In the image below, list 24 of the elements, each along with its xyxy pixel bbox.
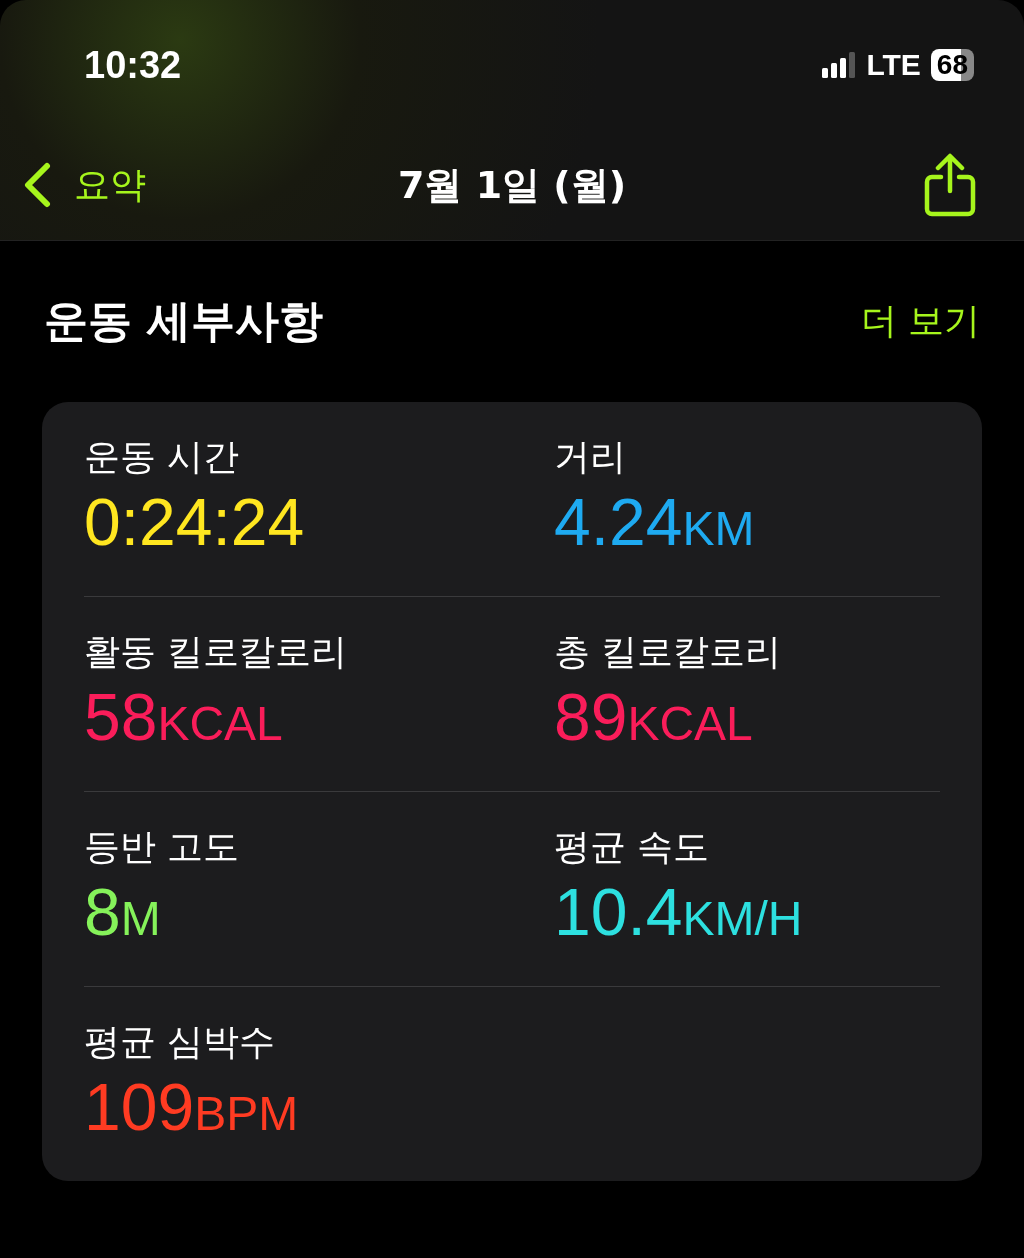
signal-icon: [822, 52, 857, 78]
metric-value: 8M: [84, 874, 161, 951]
metric-label: 등반 고도: [84, 825, 240, 869]
metric-value: 109BPM: [84, 1069, 299, 1146]
metric-value: 4.24KM: [554, 484, 755, 561]
metric-label: 평균 심박수: [84, 1020, 276, 1064]
metric-label: 운동 시간: [84, 435, 240, 479]
chevron-left-icon: [22, 162, 52, 208]
metric-value: 89KCAL: [554, 679, 753, 756]
network-label: LTE: [866, 48, 921, 82]
metric-value: 58KCAL: [84, 679, 283, 756]
metric-label: 평균 속도: [554, 825, 710, 869]
status-time: 10:32: [84, 43, 182, 87]
battery-indicator: 68: [930, 49, 974, 81]
back-button[interactable]: 요약: [22, 160, 146, 210]
section-title: 운동 세부사항: [44, 294, 324, 348]
metric-value: 10.4KM/H: [554, 874, 803, 951]
show-more-link[interactable]: 더 보기: [860, 297, 980, 346]
metric-label: 총 킬로칼로리: [554, 630, 782, 674]
share-icon[interactable]: [924, 153, 976, 217]
nav-title: 7월 1일 (월): [397, 161, 627, 209]
metric-label: 활동 킬로칼로리: [84, 630, 348, 674]
metric-label: 거리: [554, 435, 626, 479]
metric-value: 0:24:24: [84, 484, 305, 561]
